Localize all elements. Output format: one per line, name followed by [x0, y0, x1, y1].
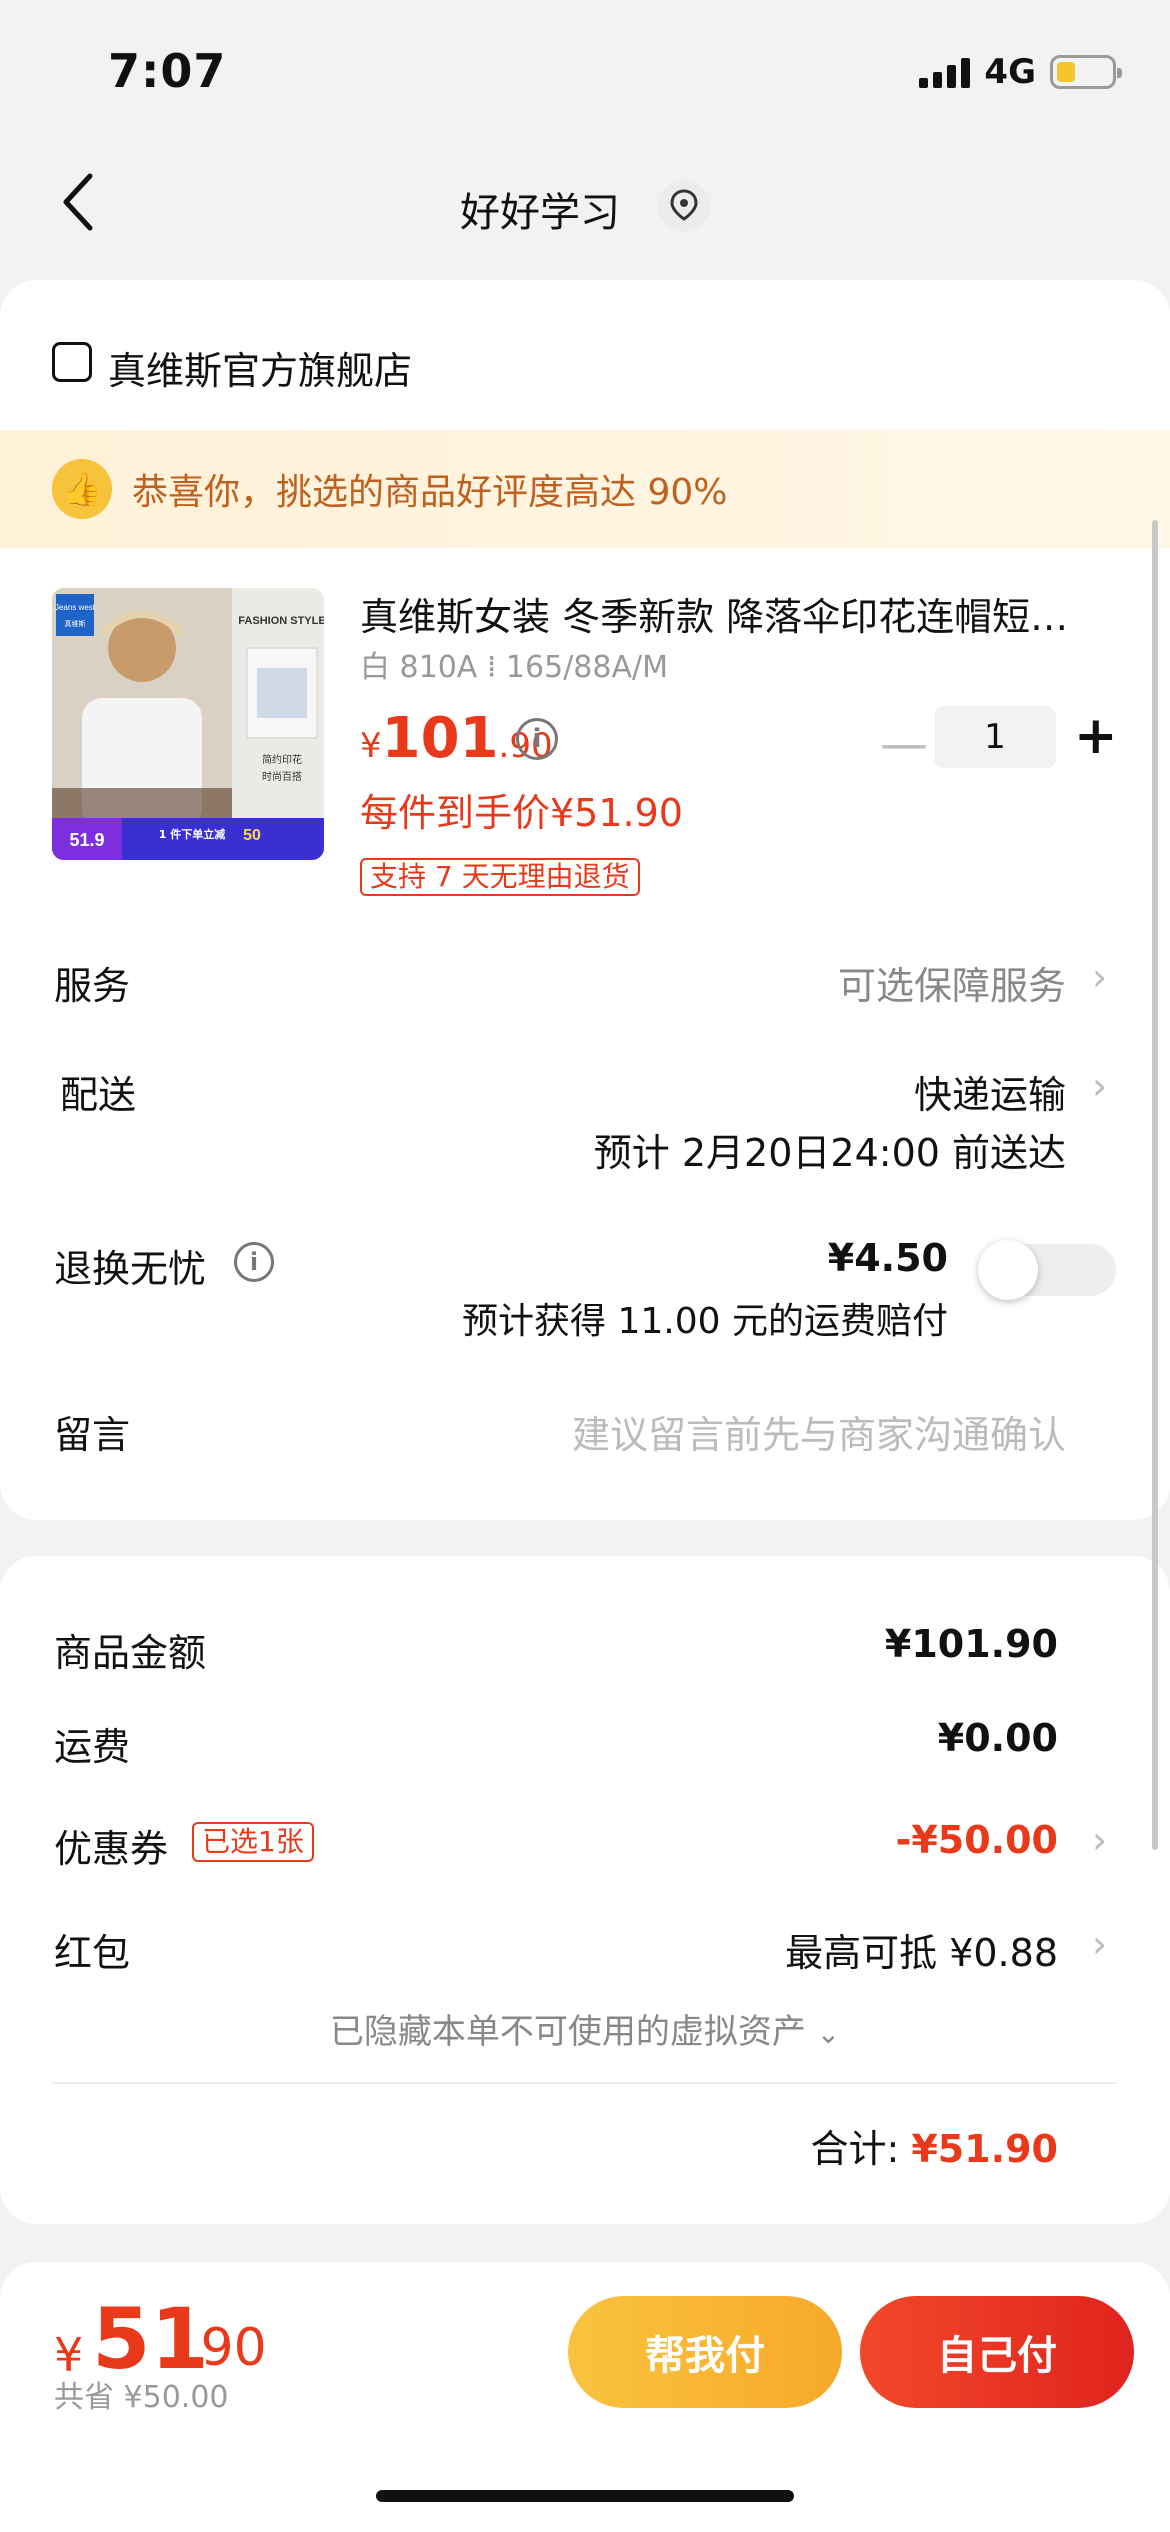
coupon-chevron-icon[interactable]: › [1092, 1818, 1107, 1862]
store-icon [52, 342, 92, 382]
coupon-selected-tag: 已选1张 [192, 1822, 314, 1862]
signal-icon [919, 56, 971, 88]
quantity-input[interactable]: 1 [934, 706, 1056, 768]
delivery-value[interactable]: 快递运输 [914, 1064, 1066, 1119]
product-image[interactable]: Jeans west 真维斯 FASHION STYLE 简约印花 时尚百搭 5… [52, 588, 324, 860]
price-integer: 101 [381, 706, 499, 771]
return-insurance-price: ¥4.50 [827, 1236, 948, 1280]
unit-price: 每件到手价¥51.90 [360, 791, 683, 835]
goods-amount-value: ¥101.90 [884, 1622, 1058, 1666]
pay-decimal: .90 [184, 2318, 267, 2378]
image-promo-value: 50 [243, 827, 261, 844]
delivery-chevron-icon[interactable]: › [1092, 1064, 1107, 1108]
goods-amount-label: 商品金额 [54, 1631, 207, 1675]
return-info-icon[interactable]: i [234, 1242, 274, 1282]
delivery-label: 配送 [60, 1073, 137, 1117]
total-label: 合计: [810, 2127, 900, 2171]
info-icon[interactable]: i [516, 718, 558, 760]
price-symbol: ¥ [360, 726, 382, 766]
location-pin-icon[interactable] [658, 180, 710, 232]
return-insurance-note: 预计获得 11.00 元的运费赔付 [462, 1301, 948, 1342]
red-packet-label: 红包 [54, 1931, 131, 1975]
home-indicator[interactable] [376, 2490, 794, 2502]
red-packet-value[interactable]: 最高可抵 ¥0.88 [785, 1922, 1058, 1977]
style-label: FASHION STYLE [238, 615, 324, 627]
coupon-value[interactable]: -¥50.00 [896, 1818, 1058, 1862]
hidden-assets-toggle[interactable]: 已隐藏本单不可使用的虚拟资产 ⌄ [0, 2004, 1170, 2053]
chevron-down-icon: ⌄ [816, 2017, 841, 2050]
brand-logo-sub: 真维斯 [65, 619, 86, 628]
self-pay-button[interactable]: 自己付 [860, 2296, 1134, 2408]
help-pay-button[interactable]: 帮我付 [568, 2296, 842, 2408]
toggle-knob[interactable] [978, 1240, 1038, 1300]
return-insurance-label: 退换无忧 [54, 1247, 207, 1291]
image-caption-1: 简约印花 [262, 753, 302, 766]
service-value[interactable]: 可选保障服务 [838, 955, 1066, 1010]
total-row: 合计: ¥51.90 [810, 2118, 1058, 2173]
battery-icon [1050, 55, 1122, 89]
image-promo-text: 1 件下单立减 [159, 827, 225, 841]
total-value: ¥51.90 [911, 2127, 1058, 2171]
divider [52, 2082, 1118, 2084]
return-policy-badge: 支持 7 天无理由退货 [360, 858, 640, 896]
promo-banner: 👍 恭喜你，挑选的商品好评度高达 90% [0, 430, 1170, 548]
product-title[interactable]: 真维斯女装 冬季新款 降落伞印花连帽短卫衣 [360, 586, 1100, 641]
saved-amount: 共省 ¥50.00 [54, 2380, 229, 2415]
shipping-label: 运费 [54, 1725, 131, 1769]
status-time: 7:07 [108, 44, 227, 98]
hidden-assets-text: 已隐藏本单不可使用的虚拟资产 [329, 2012, 806, 2052]
service-chevron-icon[interactable]: › [1092, 955, 1107, 999]
promo-text: 恭喜你，挑选的商品好评度高达 90% [132, 472, 728, 513]
service-label: 服务 [54, 964, 131, 1008]
scrollbar[interactable] [1152, 520, 1158, 1850]
delivery-eta: 预计 2月20日24:00 前送达 [593, 1131, 1066, 1175]
coupon-label: 优惠券 [54, 1827, 169, 1871]
brand-logo-text: Jeans west [55, 603, 96, 612]
increase-quantity-button[interactable]: + [1074, 706, 1118, 766]
product-spec[interactable]: 白 810A ⁞ 165/88A/M [360, 642, 668, 686]
status-icons: 4G [919, 52, 1122, 92]
page-title: 好好学习 [460, 190, 620, 236]
shipping-value: ¥0.00 [937, 1716, 1058, 1760]
message-label: 留言 [54, 1413, 131, 1457]
store-name[interactable]: 真维斯官方旗舰店 [108, 340, 412, 395]
message-input[interactable]: 建议留言前先与商家沟通确认 [572, 1404, 1066, 1459]
decrease-quantity-button[interactable]: — [880, 716, 928, 772]
red-packet-chevron-icon[interactable]: › [1092, 1922, 1107, 1966]
image-promo-price: 51.9 [69, 830, 104, 850]
image-caption-2: 时尚百搭 [262, 770, 302, 783]
thumbs-up-icon: 👍 [52, 459, 112, 519]
network-type: 4G [984, 52, 1036, 92]
